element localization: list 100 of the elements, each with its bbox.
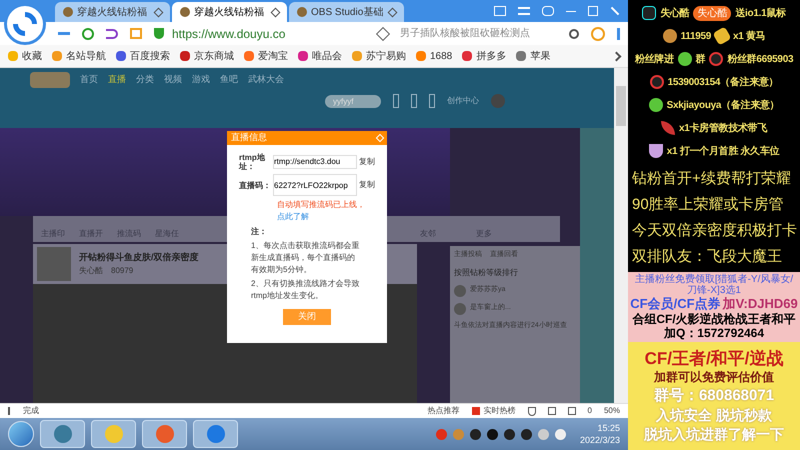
promo-text: CF会员/CF点券 [630, 296, 721, 312]
overlay-text: 双排队友：飞段大魔王 [632, 247, 783, 267]
promo-note: 主播粉丝免费领取[猎狐者-Y/风暴女/刀锋-X]3选1 [634, 274, 794, 296]
minimize-icon [566, 10, 576, 12]
code-field[interactable]: 62272?rLFO22krpop [273, 174, 357, 196]
bookmark-icon [180, 51, 190, 61]
tray-icon [436, 428, 447, 440]
avatar [454, 302, 466, 314]
room-title: 开钻粉得斗鱼皮肤/双倍亲密度 [79, 251, 199, 264]
avatar [454, 284, 466, 296]
bookmark-icon [462, 51, 472, 61]
tray-icon [520, 428, 532, 440]
ad-text: 加群可以免费评估价值 [654, 370, 774, 385]
tray-icon [554, 428, 566, 440]
bookmark-link[interactable]: 名站导航 [52, 48, 106, 64]
avatar [491, 94, 505, 108]
taskbar-app[interactable] [142, 420, 187, 448]
note-text: 1、每次点击获取推流码都会重新生成直播码，每个直播码的有效期为5分钟。 [251, 240, 360, 276]
overlay-text: 送io1.1鼠标 [735, 6, 786, 20]
restore-icon [588, 6, 598, 16]
taskbar-app[interactable] [40, 420, 85, 448]
address-field[interactable]: rtmp://sendtc3.dou [273, 155, 357, 169]
bookmark-icon [352, 51, 362, 61]
page-icon [180, 7, 190, 17]
bookmark-link[interactable]: 爱淘宝 [244, 48, 288, 64]
copy-link[interactable]: 复制 [359, 156, 375, 168]
overlay-text: Sxkjiayouya（备注来意） [666, 98, 780, 112]
shield-icon [154, 28, 164, 39]
overlay-text: 今天双倍亲密度积极打卡 [632, 221, 798, 241]
nav-link[interactable]: 鱼吧 [220, 73, 238, 87]
hot-link[interactable]: 热点推荐 [428, 405, 460, 417]
ad-headline: CF/王者/和平/逆战 [644, 349, 784, 369]
bookmark-icon [244, 51, 254, 61]
ad-text: 入坑安全 脱坑秒款 [656, 406, 772, 424]
menu-icon [518, 7, 530, 15]
overlay-text: 90胜率上荣耀或卡房管 [632, 195, 785, 215]
nav-link[interactable]: 首页 [80, 73, 98, 87]
tray-icon [452, 428, 464, 440]
address-bar[interactable]: https://www.douyu.co [154, 24, 366, 42]
overlay-text: x1卡房管教技术带飞 [678, 121, 768, 136]
zoom-level[interactable]: 50% [604, 405, 620, 417]
page-icon [63, 7, 73, 17]
bookmark-icon [416, 51, 426, 61]
hot-count: 80979 [111, 264, 134, 277]
learn-more-link[interactable]: 点此了解 [277, 211, 375, 223]
avatar [37, 247, 71, 281]
overlay-text: 钻粉首开+续费帮打荣耀 [632, 169, 792, 189]
bookmark-icon [8, 51, 18, 61]
nav-link[interactable]: 游戏 [192, 73, 210, 87]
bookmark-icon [52, 51, 62, 61]
tray-icon [486, 428, 498, 440]
overlay-text: 粉丝牌进 [634, 52, 674, 66]
bookmark-link[interactable]: 苏宁易购 [352, 48, 406, 64]
browser-tab[interactable]: 穿越火线钻粉福 [172, 2, 287, 22]
bookmark-link[interactable]: 收藏 [8, 48, 42, 64]
scrollbar[interactable] [614, 68, 628, 403]
bookmark-link[interactable]: 百度搜索 [116, 48, 170, 64]
bookmark-icon [298, 51, 308, 61]
ad-text: 群号：680868071 [654, 386, 774, 405]
browser-tab[interactable]: 穿越火线钻粉福 [55, 2, 170, 22]
search-field[interactable]: 男子插队核酸被阻砍砸检测点 [400, 26, 557, 41]
note-text: 2、只有切换推流线路才会导致rtmp地址发生变化。 [251, 278, 360, 302]
bookmark-link[interactable]: 苹果 [516, 48, 550, 64]
page-icon [297, 7, 307, 17]
bookmark-link[interactable]: 唯品会 [298, 48, 342, 64]
note-title: 注： [251, 226, 268, 238]
nav-link[interactable]: 视频 [164, 73, 182, 87]
bookmark-link[interactable]: 1688 [416, 48, 452, 64]
status-text: 完成 [23, 405, 39, 417]
copy-link[interactable]: 复制 [359, 179, 375, 191]
overlay-text: 粉丝群6695903 [727, 52, 794, 66]
bookmark-link[interactable]: 京东商城 [180, 48, 234, 64]
nav-link[interactable]: 直播 [108, 73, 126, 87]
block-count: 0 [588, 405, 592, 417]
logo-icon [30, 72, 70, 88]
window-icon [494, 6, 506, 16]
rank-link[interactable]: 实时热榜 [484, 405, 516, 417]
field-label: rtmp地址： [239, 153, 266, 171]
nav-link[interactable]: 分类 [136, 73, 154, 87]
clock-date: 2022/3/23 [580, 434, 620, 446]
tray-icon [504, 428, 515, 440]
bookmark-icon [116, 51, 126, 61]
streamer-name: 失心酷 [79, 264, 103, 277]
promo-text: 加V:DJHD69 [722, 296, 798, 312]
promo-text: 合组CF/火影逆战枪战王者和平加Q：1572792464 [631, 312, 797, 340]
overlay-text: 群 [696, 52, 706, 66]
notice-text: 自动填写推流码已上线， [277, 199, 366, 211]
ad-text: 脱坑入坑进群了解一下 [644, 425, 784, 443]
nav-link[interactable]: 武林大会 [248, 73, 284, 87]
rank-title: 按照钻粉等级排行 [454, 266, 519, 278]
taskbar-app[interactable] [193, 420, 238, 448]
bookmark-icon [516, 51, 526, 61]
browser-tab[interactable]: OBS Studio基础 [289, 2, 404, 22]
dialog-title: 直播信息 [231, 131, 267, 144]
bookmark-link[interactable]: 拼多多 [462, 48, 506, 64]
field-label: 直播码： [239, 180, 271, 190]
creator-link[interactable]: 创作中心 [447, 95, 479, 107]
clock-time: 15:25 [597, 422, 620, 434]
shield-icon [528, 406, 536, 416]
overlay-text: 111959 [680, 30, 712, 44]
